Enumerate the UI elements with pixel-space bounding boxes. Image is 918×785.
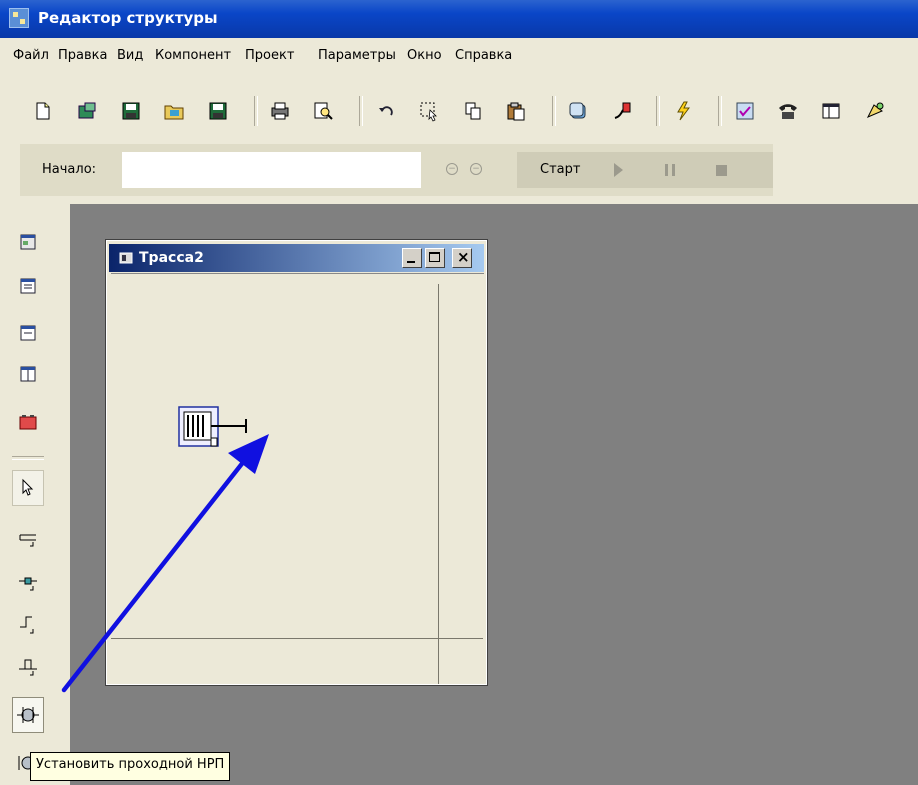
save-icon[interactable] [120,100,142,122]
window-title: Редактор структуры [38,9,218,27]
close-icon: × [457,248,470,266]
child-window: Трасса2 × [105,239,488,686]
menu-bar: Файл Правка Вид Компонент Проект Парамет… [0,44,918,68]
canvas[interactable] [111,273,484,684]
copy-icon[interactable] [462,100,484,122]
stop-icon[interactable] [716,165,727,176]
nrp-tool-button[interactable] [12,697,44,733]
pause-icon[interactable] [665,164,675,176]
child-window-icon [119,252,133,264]
new-file-icon[interactable] [32,100,54,122]
run-check-icon[interactable] [672,100,694,122]
undo-icon[interactable] [375,100,397,122]
main-toolbar [0,84,918,132]
battery-icon[interactable] [17,411,39,433]
menu-help[interactable]: Справка [455,48,512,63]
tooltip: Установить проходной НРП [30,752,231,781]
print-icon[interactable] [269,100,291,122]
panel-view-icon-2[interactable] [17,275,39,297]
menu-settings[interactable]: Параметры [318,48,396,63]
segment-tool-icon[interactable] [17,528,39,550]
color-icon[interactable] [611,100,633,122]
paste-icon[interactable] [505,100,527,122]
open-icon[interactable] [76,100,98,122]
vertical-guide-line [438,284,439,684]
check-icon[interactable] [734,100,756,122]
panel-view-icon-1[interactable] [17,231,39,253]
child-titlebar[interactable]: Трасса2 × [109,244,484,272]
run-panel: Начало: − − Старт [20,144,773,196]
prev-icon[interactable]: − [446,163,458,175]
next-icon[interactable]: − [470,163,482,175]
menu-window[interactable]: Окно [407,48,442,63]
start-button[interactable]: Старт [540,162,580,177]
open-project-icon[interactable] [163,100,185,122]
panel-view-icon-3[interactable] [17,322,39,344]
close-button[interactable]: × [452,248,472,268]
menu-component[interactable]: Компонент [155,48,231,63]
table-icon[interactable] [820,100,842,122]
minimize-button[interactable] [402,248,422,268]
menu-edit[interactable]: Правка [58,48,107,63]
run-controls: Старт [517,152,773,188]
app-titlebar: Редактор структуры [0,0,918,38]
save-as-icon[interactable] [207,100,229,122]
connect-icon[interactable] [864,100,886,122]
phone-icon[interactable] [777,100,799,122]
maximize-button[interactable] [425,248,445,268]
play-icon[interactable] [614,163,623,177]
app-icon[interactable] [9,8,29,28]
corner-tool-icon[interactable] [17,614,39,636]
pointer-tool-button[interactable] [12,470,44,506]
pointer-icon [22,478,34,496]
start-input[interactable] [122,152,421,188]
node-tool-icon[interactable] [17,572,39,594]
preview-icon[interactable] [312,100,334,122]
horizontal-guide-line [111,638,483,639]
nrp-icon [17,707,39,723]
tee-tool-icon[interactable] [17,656,39,678]
component-icon[interactable] [567,100,589,122]
nrp-component[interactable] [178,406,250,454]
menu-project[interactable]: Проект [245,48,294,63]
menu-file[interactable]: Файл [13,48,49,63]
select-icon[interactable] [418,100,440,122]
start-label: Начало: [42,162,97,177]
menu-view[interactable]: Вид [117,48,143,63]
panel-view-icon-4[interactable] [17,363,39,385]
child-window-title: Трасса2 [139,250,204,266]
